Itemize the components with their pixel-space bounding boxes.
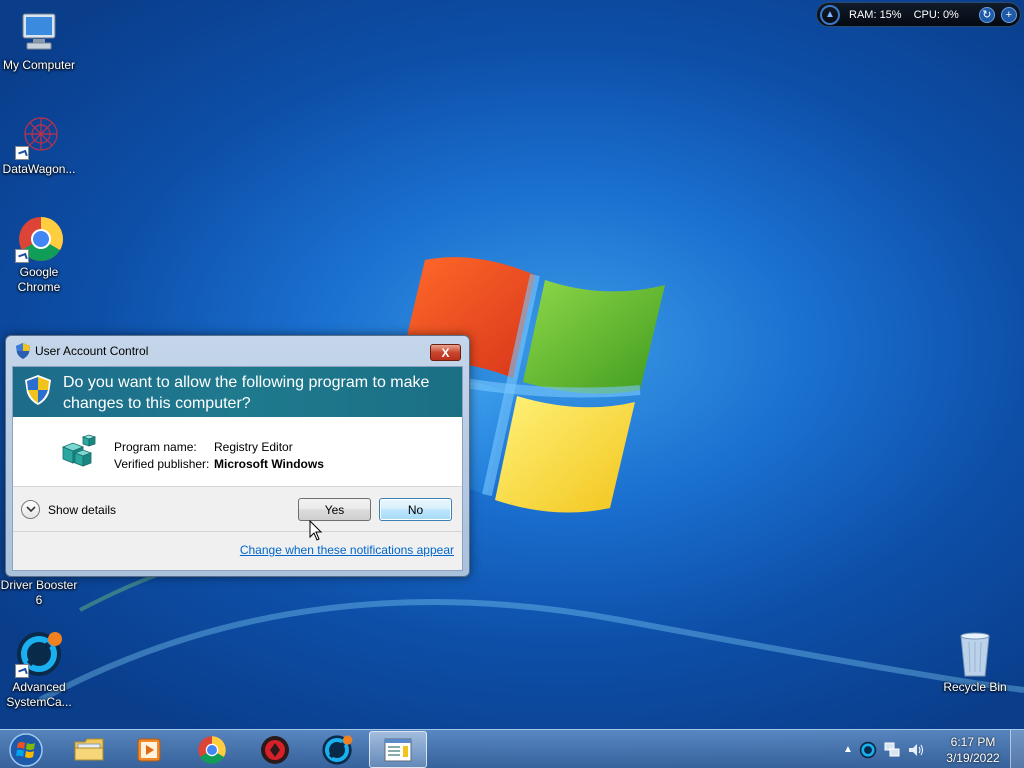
desktop-icon-driver-booster[interactable]: Driver Booster 6 — [0, 578, 78, 608]
volume-icon[interactable] — [907, 741, 925, 759]
gauge-icon: ▲ — [820, 4, 840, 25]
advanced-systemcare-tray-icon[interactable] — [859, 741, 877, 759]
show-details-label: Show details — [48, 502, 117, 517]
yes-button-label: Yes — [324, 502, 345, 517]
taskbar-file-explorer[interactable] — [60, 731, 118, 768]
taskbar-media-player[interactable] — [120, 731, 178, 768]
start-button[interactable] — [6, 731, 48, 768]
iobit-icon — [261, 735, 289, 764]
no-button[interactable]: No — [379, 498, 452, 521]
no-button-label: No — [407, 502, 424, 517]
desktop-icon-label: Driver Booster 6 — [0, 578, 78, 607]
mouse-cursor-icon — [309, 520, 323, 541]
recycle-bin-icon — [951, 630, 999, 678]
uac-question: Do you want to allow the following progr… — [63, 374, 430, 412]
shortcut-arrow-icon — [15, 146, 29, 160]
security-shield-icon — [25, 375, 51, 405]
computer-icon — [15, 8, 63, 56]
chrome-icon — [15, 215, 63, 263]
desktop-icon-recycle-bin[interactable]: Recycle Bin — [936, 630, 1014, 695]
shortcut-arrow-icon — [15, 664, 29, 678]
uac-dialog: User Account Control X Do you want to al… — [5, 335, 470, 577]
divider — [13, 531, 462, 532]
publisher-label: Verified publisher: — [114, 457, 210, 471]
desktop-icon-advanced-systemcare[interactable]: Advanced SystemCa... — [0, 630, 78, 710]
close-button[interactable]: X — [430, 344, 461, 361]
clock-time: 6:17 PM — [950, 735, 996, 749]
taskbar-registry-editor[interactable] — [369, 731, 427, 768]
ram-value: 15% — [879, 8, 902, 21]
program-name-label: Program name: — [114, 440, 197, 454]
uac-title: User Account Control — [35, 344, 149, 358]
publisher-value: Microsoft Windows — [214, 457, 324, 471]
chevron-down-icon — [21, 500, 40, 519]
advanced-systemcare-icon — [322, 734, 353, 765]
uac-titlebar[interactable]: User Account Control — [6, 336, 469, 366]
change-notifications-link[interactable]: Change when these notifications appear — [240, 543, 454, 557]
chrome-icon — [198, 735, 226, 764]
uac-banner: Do you want to allow the following progr… — [13, 367, 462, 417]
network-icon[interactable] — [883, 741, 901, 759]
desktop-icon-label: DataWagon... — [2, 162, 76, 176]
program-name-value: Registry Editor — [214, 440, 293, 454]
show-hidden-icons-icon[interactable]: ▲ — [843, 744, 853, 755]
program-info: Program name: Verified publisher: Regist… — [13, 417, 462, 487]
taskbar-advanced-systemcare[interactable] — [308, 731, 366, 768]
clock-date: 3/19/2022 — [946, 751, 1000, 765]
desktop-icon-label: Advanced SystemCa... — [6, 680, 72, 709]
shortcut-arrow-icon — [15, 249, 29, 263]
clock[interactable]: 6:17 PM 3/19/2022 — [938, 734, 1008, 766]
uac-body: Do you want to allow the following progr… — [12, 366, 463, 571]
desktop-icon-google-chrome[interactable]: Google Chrome — [0, 215, 78, 295]
cpu-label: CPU: — [913, 8, 940, 21]
cpu-value: 0% — [942, 8, 959, 21]
advanced-systemcare-icon — [15, 630, 63, 678]
system-tray: ▲ — [843, 730, 925, 768]
window-icon — [384, 738, 412, 761]
taskbar-iobit-app[interactable] — [246, 731, 304, 768]
desktop-icon-my-computer[interactable]: My Computer — [0, 8, 78, 73]
show-desktop-button[interactable] — [1010, 730, 1024, 768]
ram-label: RAM: — [849, 8, 877, 21]
show-details-toggle[interactable]: Show details — [21, 500, 116, 519]
media-player-icon — [137, 738, 161, 761]
system-monitor-gadget[interactable]: ▲ RAM: 15% CPU: 0% ↻ + — [816, 2, 1021, 27]
taskbar-chrome[interactable] — [183, 731, 241, 768]
plus-icon[interactable]: + — [1000, 6, 1017, 23]
desktop-icon-label: Google Chrome — [17, 265, 61, 294]
registry-editor-icon — [61, 434, 97, 467]
taskbar: ▲ 6:17 PM 3/19/2022 — [0, 729, 1024, 768]
desktop-icon-datawagon[interactable]: DataWagon... — [0, 112, 78, 177]
refresh-icon[interactable]: ↻ — [978, 6, 995, 23]
folder-icon — [74, 738, 104, 760]
yes-button[interactable]: Yes — [298, 498, 371, 521]
desktop-icon-label: Recycle Bin — [943, 680, 1007, 694]
uac-shield-icon — [16, 343, 30, 359]
desktop-icon-label: My Computer — [2, 58, 76, 72]
datawagon-icon — [15, 112, 63, 160]
close-icon: X — [441, 345, 450, 360]
